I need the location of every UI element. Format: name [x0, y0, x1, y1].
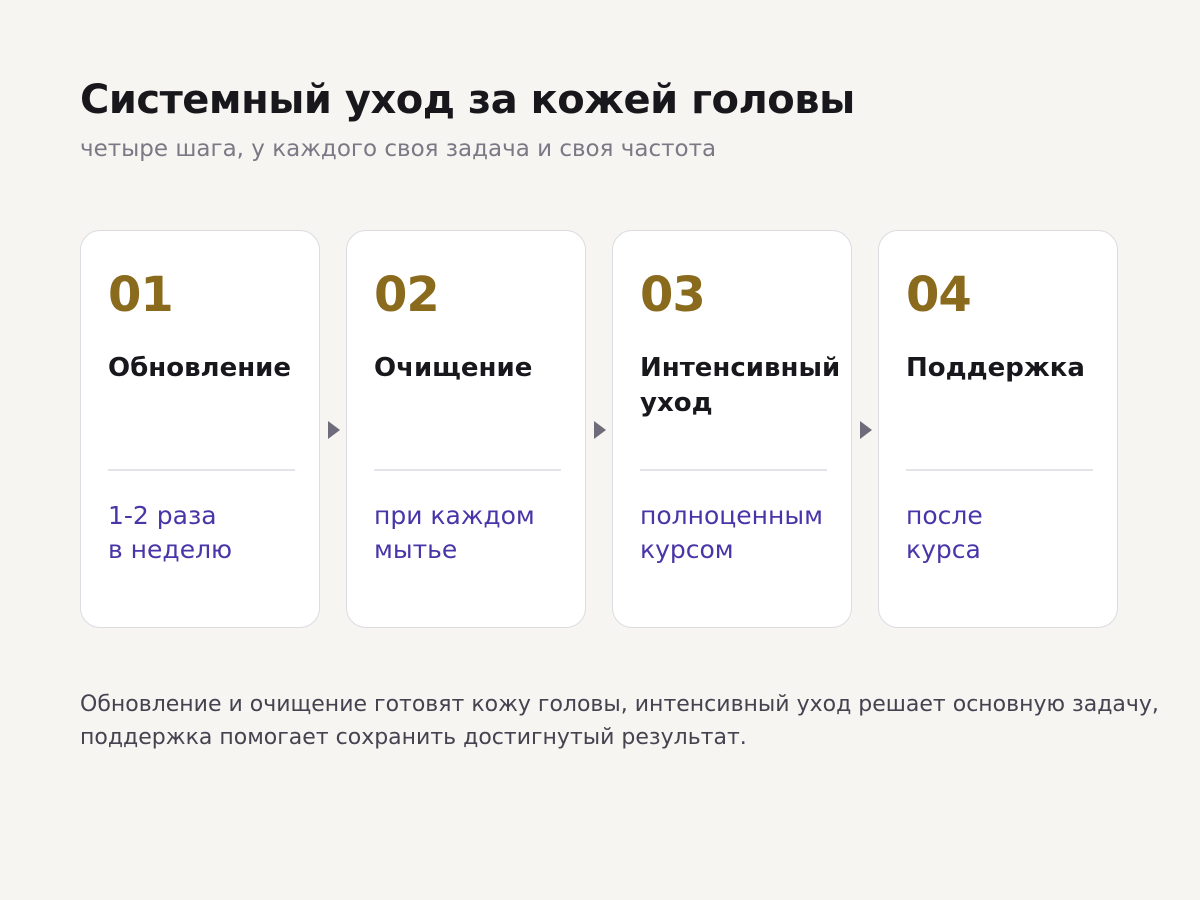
step-card-2: 02 Очищение при каждом мытье [346, 230, 586, 628]
page-subtitle: четыре шага, у каждого своя задача и сво… [80, 136, 717, 162]
step-number: 01 [108, 267, 174, 323]
step-frequency: после курса [906, 501, 983, 564]
step-card-4: 04 Поддержка после курса [878, 230, 1118, 628]
arrow-right-icon [860, 421, 872, 439]
step-card-3: 03 Интенсивный уход полноценным курсом [612, 230, 852, 628]
arrow-right-icon [328, 421, 340, 439]
step-title: Обновление [108, 353, 292, 383]
steps-flow: 01 Обновление 1-2 раза в неделю 02 Очище… [80, 230, 1120, 630]
step-divider [108, 469, 295, 471]
page-title: Системный уход за кожей головы [80, 77, 855, 123]
step-title: Очищение [374, 353, 533, 383]
step-divider [906, 469, 1093, 471]
step-title: Интенсивный уход [640, 353, 841, 418]
step-frequency: полноценным курсом [640, 501, 823, 564]
step-frequency: при каждом мытье [374, 501, 535, 564]
step-title: Поддержка [906, 353, 1085, 383]
arrow-right-icon [594, 421, 606, 439]
step-number: 02 [374, 267, 440, 323]
step-divider [374, 469, 561, 471]
step-frequency: 1-2 раза в неделю [108, 501, 233, 564]
step-number: 04 [906, 267, 972, 323]
step-divider [640, 469, 827, 471]
step-card-1: 01 Обновление 1-2 раза в неделю [80, 230, 320, 628]
step-number: 03 [640, 267, 706, 323]
footnote: Обновление и очищение готовят кожу голов… [80, 692, 1159, 750]
